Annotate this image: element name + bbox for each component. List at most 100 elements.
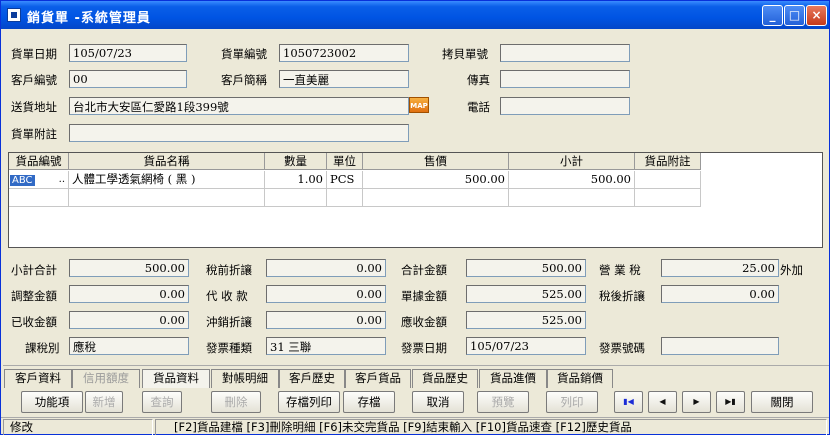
- col-header-name[interactable]: 貨品名稱: [69, 153, 265, 170]
- close-button[interactable]: 關閉: [751, 391, 813, 413]
- offset-label: 沖銷折讓: [206, 315, 252, 329]
- maximize-button[interactable]: □: [784, 5, 805, 26]
- customer-short-field[interactable]: 一直美麗: [279, 70, 409, 88]
- empty-cell: [265, 189, 327, 207]
- col-header-note[interactable]: 貨品附註: [635, 153, 701, 170]
- order-no-field[interactable]: 1050723002: [279, 44, 409, 62]
- tab-purchase-price[interactable]: 貨品進價: [479, 369, 547, 388]
- item-code-value[interactable]: ABC: [10, 175, 35, 186]
- customer-short-label: 客戶簡稱: [221, 73, 267, 87]
- invoice-type-label: 發票種類: [206, 341, 252, 355]
- cancel-button[interactable]: 取消: [412, 391, 464, 413]
- empty-cell: [635, 189, 701, 207]
- status-hints: [F2]貨品建檔 [F3]刪除明細 [F6]未交完貨品 [F9]結束輸入 [F1…: [155, 419, 827, 435]
- address-field[interactable]: 台北市大安區仁愛路1段399號: [69, 97, 409, 115]
- tab-customer-products[interactable]: 客戶貨品: [345, 369, 411, 388]
- next-record-icon[interactable]: ▶: [682, 391, 711, 413]
- doc-amount-field: 525.00: [466, 285, 586, 303]
- tab-sale-price[interactable]: 貨品銷價: [547, 369, 613, 388]
- cell-qty[interactable]: 1.00: [265, 171, 327, 189]
- collect-field[interactable]: 0.00: [266, 285, 386, 303]
- received-label: 已收金額: [11, 315, 57, 329]
- date-label: 貨單日期: [11, 47, 57, 61]
- receivable-label: 應收金額: [401, 315, 447, 329]
- collect-label: 代 收 款: [206, 289, 248, 303]
- fax-field[interactable]: [500, 70, 630, 88]
- print-button[interactable]: 列印: [546, 391, 598, 413]
- sales-order-window: 銷貨單 -系統管理員 _ □ × 貨單日期 105/07/23 貨單編號 105…: [0, 0, 830, 435]
- col-header-code[interactable]: 貨品編號: [9, 153, 69, 170]
- customer-id-field[interactable]: 00: [69, 70, 187, 88]
- items-grid[interactable]: 貨品編號 貨品名稱 數量 單位 售價 小計 貨品附註 ABC .. 人體工學透氣…: [8, 152, 823, 248]
- divider: [3, 365, 829, 366]
- date-field[interactable]: 105/07/23: [69, 44, 187, 62]
- note-field[interactable]: [69, 124, 409, 142]
- lookup-button[interactable]: ..: [59, 171, 65, 188]
- tab-product-history[interactable]: 貨品歷史: [412, 369, 478, 388]
- copy-no-field[interactable]: [500, 44, 630, 62]
- total-amount-label: 合計金額: [401, 263, 447, 277]
- cell-unit[interactable]: PCS: [327, 171, 363, 189]
- invoice-date-field[interactable]: 105/07/23: [466, 337, 586, 355]
- offset-field[interactable]: 0.00: [266, 311, 386, 329]
- invoice-type-field[interactable]: 31 三聯: [266, 337, 386, 355]
- tab-reconciliation[interactable]: 對帳明細: [211, 369, 279, 388]
- new-button[interactable]: 新增: [85, 391, 123, 413]
- invoice-no-field[interactable]: [661, 337, 779, 355]
- phone-label: 電話: [467, 100, 490, 114]
- col-header-qty[interactable]: 數量: [265, 153, 327, 170]
- cell-note[interactable]: [635, 171, 701, 189]
- tax-suffix: 外加: [780, 263, 803, 277]
- preview-button[interactable]: 預覽: [477, 391, 529, 413]
- cell-subtotal[interactable]: 500.00: [509, 171, 635, 189]
- tax-type-field[interactable]: 應稅: [69, 337, 189, 355]
- window-title: 銷貨單 -系統管理員: [27, 11, 151, 26]
- cell-price[interactable]: 500.00: [363, 171, 509, 189]
- prev-record-icon[interactable]: ◀: [648, 391, 677, 413]
- total-amount-field: 500.00: [466, 259, 586, 277]
- delete-button[interactable]: 刪除: [211, 391, 261, 413]
- post-tax-discount-label: 稅後折讓: [599, 289, 645, 303]
- app-icon: [7, 8, 21, 22]
- last-record-icon[interactable]: ▶▮: [716, 391, 745, 413]
- tab-customer-history[interactable]: 客戶歷史: [279, 369, 345, 388]
- tax-field[interactable]: 25.00: [661, 259, 779, 277]
- tab-credit-limit[interactable]: 信用額度: [72, 369, 140, 388]
- cell-name[interactable]: 人體工學透氣網椅 ( 黑 ): [69, 171, 265, 189]
- empty-cell: [363, 189, 509, 207]
- map-icon[interactable]: MAP: [409, 97, 429, 113]
- empty-cell: [509, 189, 635, 207]
- fax-label: 傳真: [467, 73, 490, 87]
- cell-code[interactable]: ABC ..: [9, 171, 69, 189]
- tab-product-info[interactable]: 貨品資料: [142, 369, 210, 388]
- save-print-button[interactable]: 存檔列印: [278, 391, 340, 413]
- col-header-unit[interactable]: 單位: [327, 153, 363, 170]
- receivable-field: 525.00: [466, 311, 586, 329]
- adjust-label: 調整金額: [11, 289, 57, 303]
- first-record-icon[interactable]: ▮◀: [614, 391, 643, 413]
- adjust-field[interactable]: 0.00: [69, 285, 189, 303]
- pre-tax-discount-field[interactable]: 0.00: [266, 259, 386, 277]
- status-mode: 修改: [3, 419, 153, 435]
- post-tax-discount-field[interactable]: 0.00: [661, 285, 779, 303]
- empty-cell: [69, 189, 265, 207]
- subtotal-field: 500.00: [69, 259, 189, 277]
- invoice-no-label: 發票號碼: [599, 341, 645, 355]
- col-header-price[interactable]: 售價: [363, 153, 509, 170]
- tab-customer-info[interactable]: 客戶資料: [4, 369, 72, 388]
- col-header-subtotal[interactable]: 小計: [509, 153, 635, 170]
- close-window-button[interactable]: ×: [806, 5, 827, 26]
- save-button[interactable]: 存檔: [343, 391, 395, 413]
- tax-label: 營 業 稅: [599, 263, 641, 277]
- title-bar: 銷貨單 -系統管理員 _ □ ×: [1, 1, 829, 29]
- query-button[interactable]: 查詢: [142, 391, 182, 413]
- order-no-label: 貨單編號: [221, 47, 267, 61]
- received-field: 0.00: [69, 311, 189, 329]
- doc-amount-label: 單據金額: [401, 289, 447, 303]
- status-bar: 修改 [F2]貨品建檔 [F3]刪除明細 [F6]未交完貨品 [F9]結束輸入 …: [1, 417, 829, 435]
- phone-field[interactable]: [500, 97, 630, 115]
- minimize-button[interactable]: _: [762, 5, 783, 26]
- pre-tax-discount-label: 稅前折讓: [206, 263, 252, 277]
- function-button[interactable]: 功能項: [21, 391, 83, 413]
- address-label: 送貨地址: [11, 100, 57, 114]
